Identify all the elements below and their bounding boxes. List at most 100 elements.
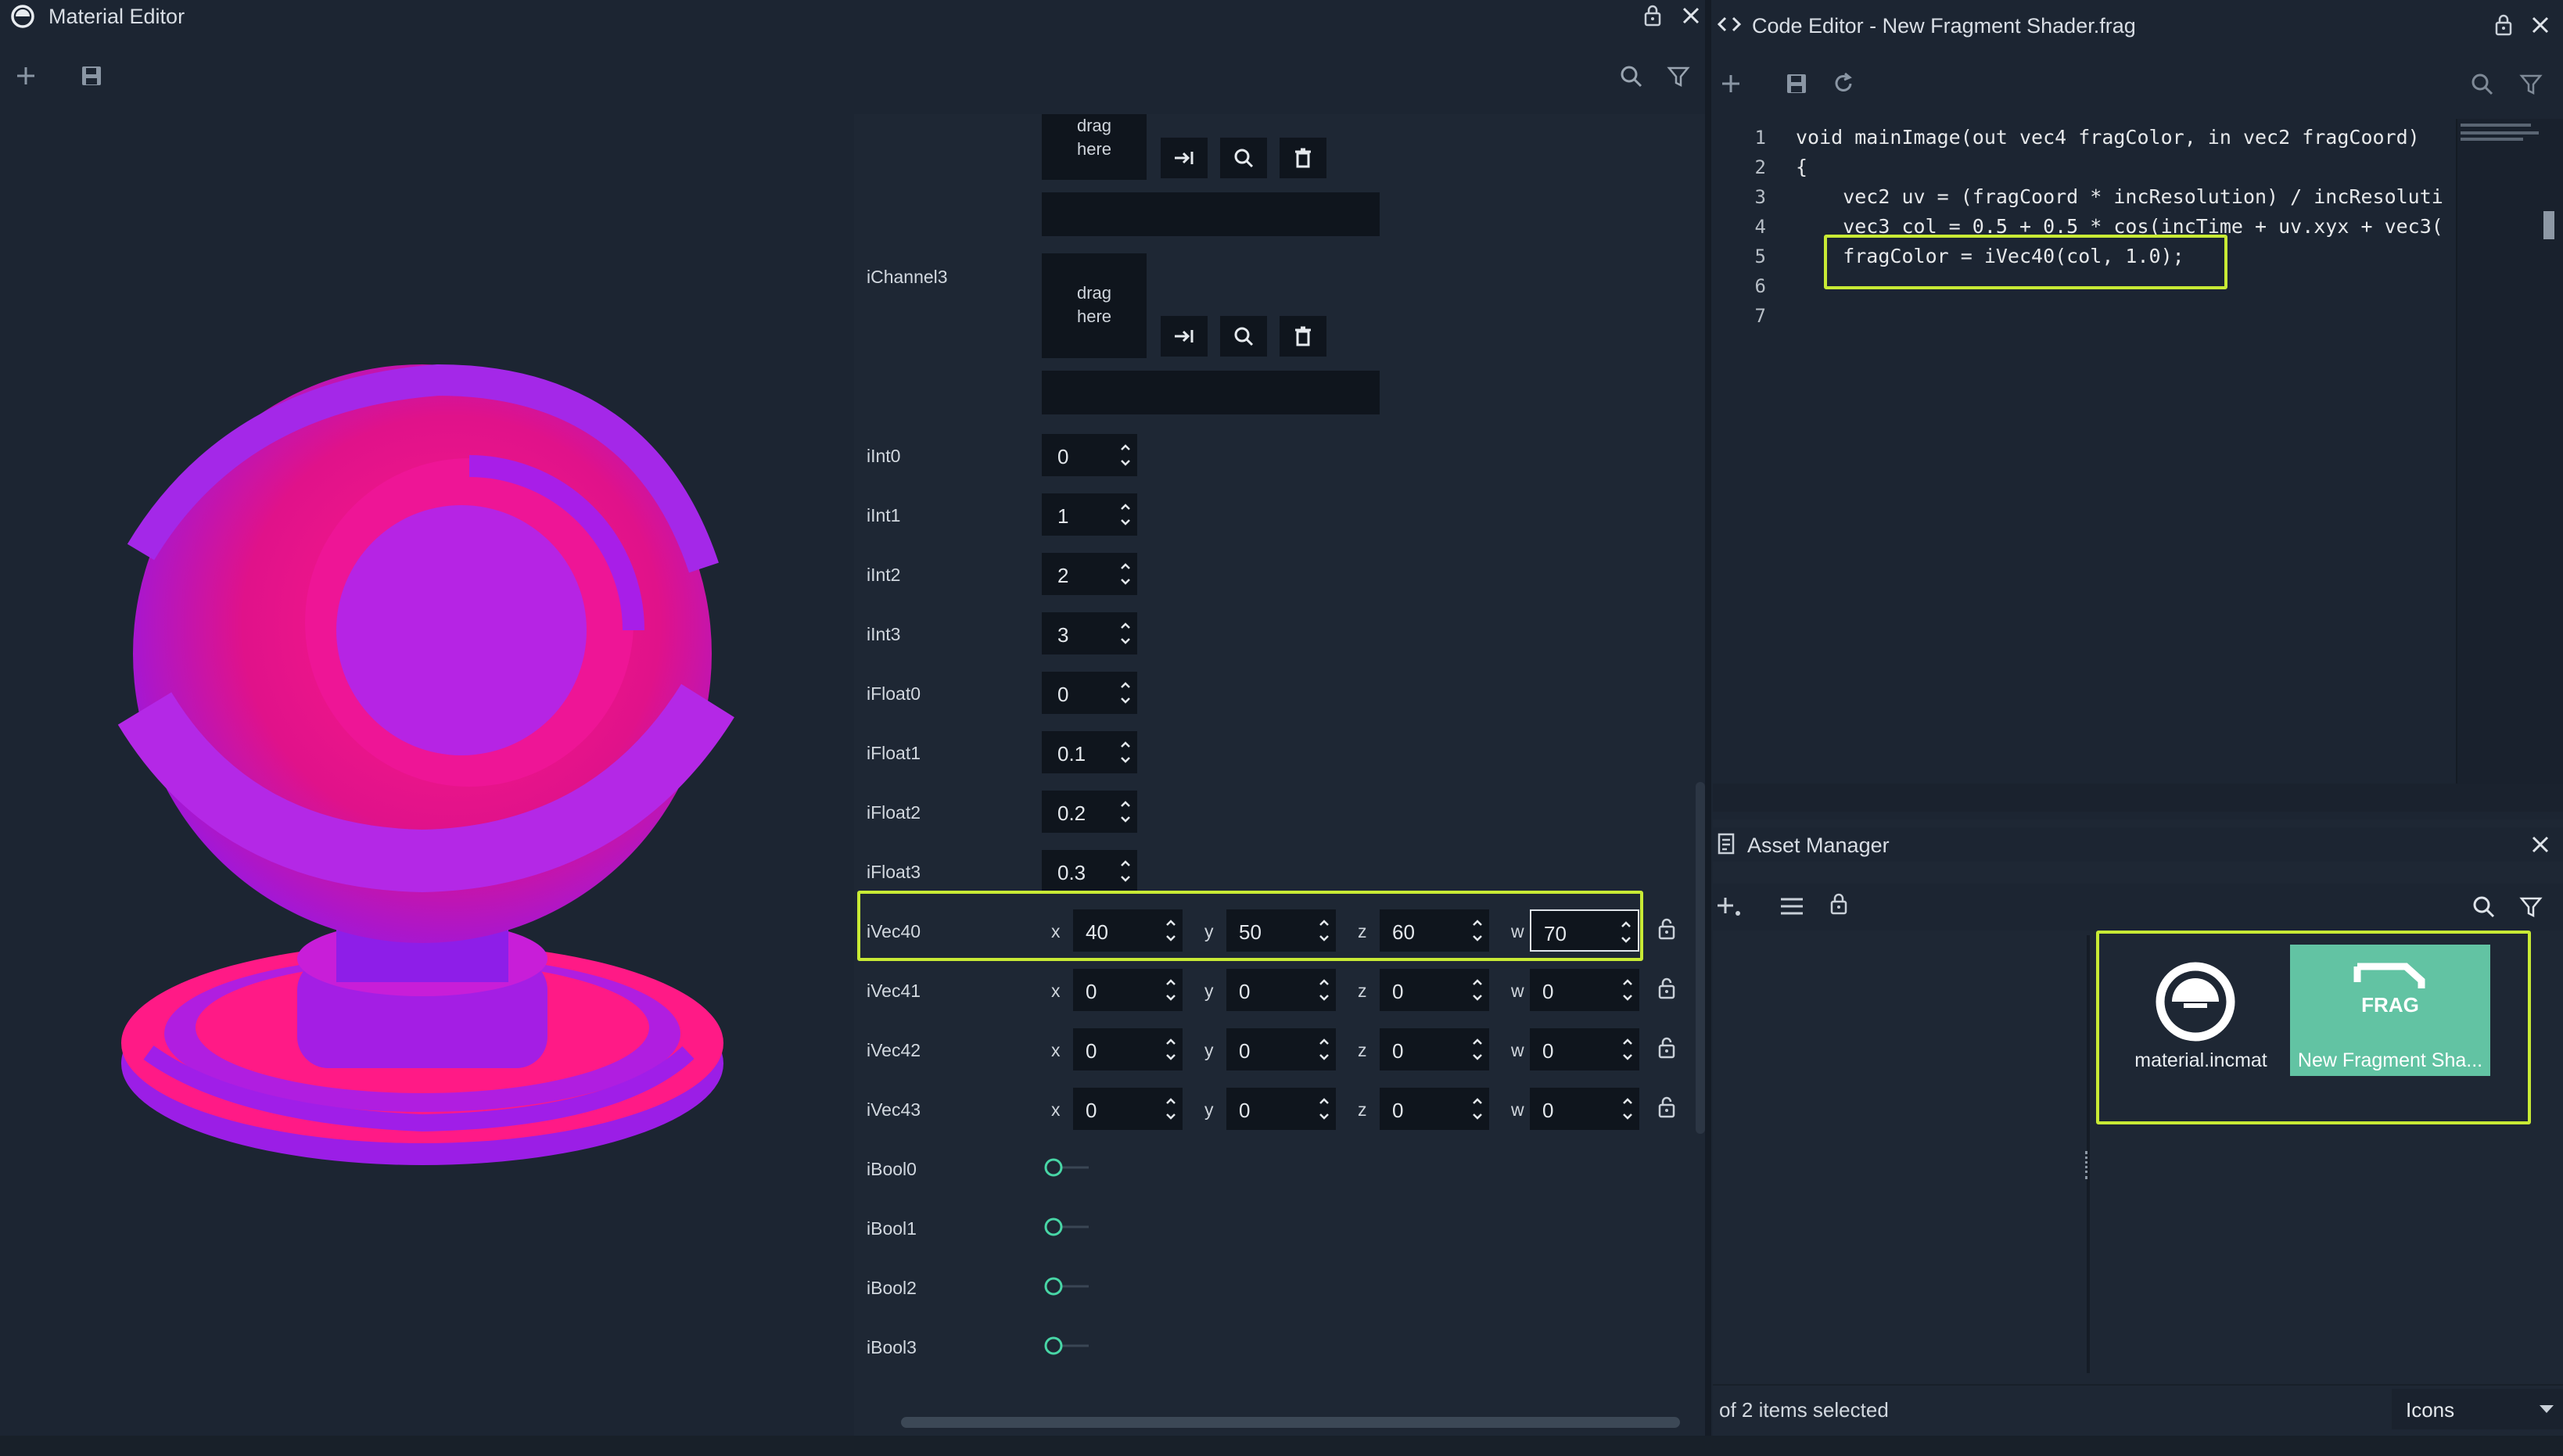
spinner-icon[interactable]: [1470, 1092, 1484, 1125]
vec4-z-input[interactable]: 0: [1380, 1088, 1489, 1130]
vec4-w-value: 0: [1542, 1039, 1554, 1063]
float-input[interactable]: 0.2: [1042, 791, 1137, 833]
spinner-icon[interactable]: [1470, 974, 1484, 1006]
asset-panel-divider[interactable]: [2085, 935, 2090, 1373]
spinner-icon[interactable]: [1164, 1092, 1178, 1125]
vec4-w-input[interactable]: 0: [1530, 1028, 1639, 1070]
save-icon[interactable]: [1783, 70, 1810, 97]
spinner-icon[interactable]: [1317, 1033, 1331, 1066]
spinner-icon[interactable]: [1164, 1033, 1178, 1066]
lock-icon[interactable]: [1655, 976, 1678, 1001]
vec4-x-input[interactable]: 0: [1073, 1088, 1183, 1130]
axis-label-x: x: [1051, 1099, 1061, 1120]
search-icon[interactable]: [2470, 72, 2495, 97]
bool-toggle[interactable]: [1042, 1334, 1092, 1357]
asset-folder-tree[interactable]: [1713, 935, 2087, 1373]
vec4-y-input[interactable]: 0: [1226, 1088, 1336, 1130]
bool-toggle[interactable]: [1042, 1275, 1092, 1298]
spinner-icon[interactable]: [1621, 1092, 1635, 1125]
lock-icon[interactable]: [1655, 1095, 1678, 1120]
code-line[interactable]: void mainImage(out vec4 fragColor, in ve…: [1796, 126, 2420, 149]
spinner-icon[interactable]: [1118, 676, 1133, 709]
material-preview-sphere: [117, 364, 734, 1165]
search-icon[interactable]: [1619, 64, 1644, 89]
add-icon[interactable]: [1713, 891, 1744, 923]
spinner-icon[interactable]: [1118, 795, 1133, 828]
lock-icon[interactable]: [1655, 1035, 1678, 1060]
spinner-icon[interactable]: [1470, 1033, 1484, 1066]
filter-icon[interactable]: [2518, 72, 2543, 97]
vertical-scrollbar[interactable]: [1696, 782, 1705, 1134]
selection-status: of 2 items selected: [1719, 1398, 1889, 1422]
code-line[interactable]: {: [1796, 156, 1807, 178]
lock-icon[interactable]: [2492, 13, 2515, 38]
spinner-icon[interactable]: [1118, 558, 1133, 590]
spinner-icon[interactable]: [1317, 1092, 1331, 1125]
close-icon[interactable]: [2529, 14, 2551, 36]
bool-toggle[interactable]: [1042, 1156, 1092, 1179]
vec4-z-value: 0: [1392, 980, 1404, 1003]
vec4-x-input[interactable]: 0: [1073, 1028, 1183, 1070]
menu-icon[interactable]: [1779, 895, 1805, 918]
channel-path-field[interactable]: [1042, 371, 1380, 414]
spinner-icon[interactable]: [1118, 736, 1133, 769]
float-input[interactable]: 0.1: [1042, 731, 1137, 773]
search-icon[interactable]: [2471, 895, 2497, 920]
delete-button[interactable]: [1280, 138, 1326, 178]
vec4-z-input[interactable]: 0: [1380, 969, 1489, 1011]
close-icon[interactable]: [2529, 834, 2551, 855]
plus-icon[interactable]: [13, 63, 39, 89]
vec4-y-input[interactable]: 0: [1226, 969, 1336, 1011]
spinner-icon[interactable]: [1118, 498, 1133, 531]
code-editor-title: Code Editor - New Fragment Shader.frag: [1752, 14, 2136, 38]
lock-icon[interactable]: [1655, 916, 1678, 941]
int-input[interactable]: 0: [1042, 434, 1137, 476]
save-icon[interactable]: [78, 63, 105, 89]
view-mode-dropdown[interactable]: Icons: [2392, 1389, 2563, 1429]
close-icon[interactable]: [1680, 5, 1702, 27]
vec4-w-input[interactable]: 0: [1530, 1088, 1639, 1130]
delete-button[interactable]: [1280, 316, 1326, 357]
spinner-icon[interactable]: [1118, 439, 1133, 472]
material-preview-viewport[interactable]: [0, 114, 853, 1436]
code-horizontal-scrollbar-track[interactable]: [1713, 784, 2563, 812]
code-line[interactable]: vec2 uv = (fragCoord * incResolution) / …: [1796, 185, 2443, 208]
reload-icon[interactable]: [1830, 70, 1857, 97]
vec4-label: iVec42: [867, 1040, 921, 1060]
int-input[interactable]: 3: [1042, 612, 1137, 654]
channel-drop-target[interactable]: drag here: [1042, 253, 1147, 358]
channel-path-field[interactable]: [1042, 192, 1380, 236]
channel-drop-target[interactable]: drag here: [1042, 114, 1147, 180]
filter-icon[interactable]: [1666, 64, 1691, 89]
spinner-icon[interactable]: [1621, 974, 1635, 1006]
spinner-icon[interactable]: [1118, 855, 1133, 888]
float-input[interactable]: 0: [1042, 672, 1137, 714]
horizontal-scrollbar[interactable]: [901, 1417, 1680, 1428]
spinner-icon[interactable]: [1164, 974, 1178, 1006]
int-input[interactable]: 2: [1042, 553, 1137, 595]
plus-icon[interactable]: [1718, 70, 1744, 97]
bool-toggle[interactable]: [1042, 1215, 1092, 1239]
vec4-y-input[interactable]: 0: [1226, 1028, 1336, 1070]
assign-button[interactable]: [1161, 138, 1208, 178]
chevron-down-icon: [2537, 1401, 2556, 1417]
vec4-w-input[interactable]: 0: [1530, 969, 1639, 1011]
float-input[interactable]: 0.3: [1042, 850, 1137, 892]
vec4-x-input[interactable]: 0: [1073, 969, 1183, 1011]
spinner-icon[interactable]: [1118, 617, 1133, 650]
code-scrollbar[interactable]: [2543, 211, 2554, 239]
browse-button[interactable]: [1220, 316, 1267, 357]
axis-label-w: w: [1511, 981, 1524, 1001]
lock-icon[interactable]: [1641, 3, 1664, 28]
lock-icon[interactable]: [1827, 891, 1850, 916]
assign-button[interactable]: [1161, 316, 1208, 357]
browse-button[interactable]: [1220, 138, 1267, 178]
int-value: 1: [1057, 504, 1069, 528]
spinner-icon[interactable]: [1317, 974, 1331, 1006]
int-input[interactable]: 1: [1042, 493, 1137, 536]
panel-splitter[interactable]: [1705, 0, 1711, 1456]
vec4-z-input[interactable]: 0: [1380, 1028, 1489, 1070]
spinner-icon[interactable]: [1621, 1033, 1635, 1066]
filter-icon[interactable]: [2518, 895, 2543, 920]
code-editor-titlebar: Code Editor - New Fragment Shader.frag: [1713, 8, 2563, 42]
